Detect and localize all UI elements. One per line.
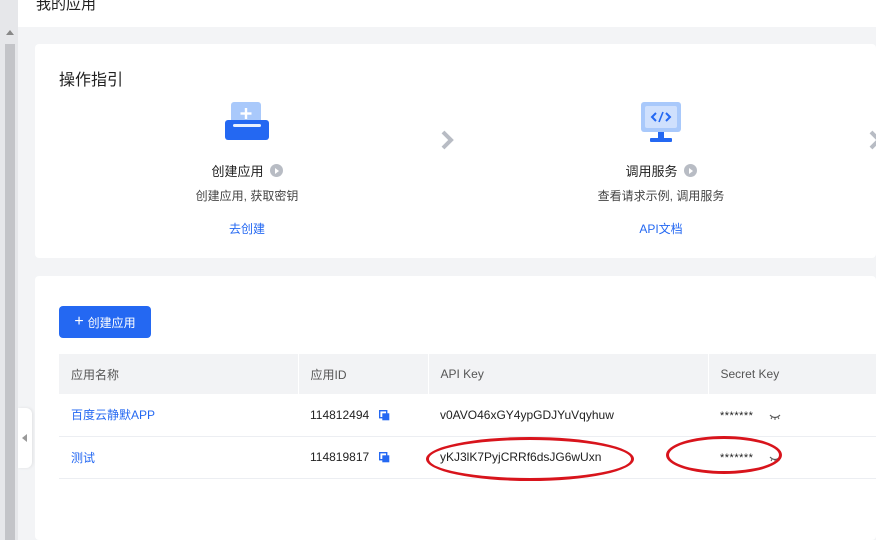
guide-step-create-app: 创建应用 创建应用, 获取密钥 去创建 [147,100,347,238]
secret-key-masked: ******* [720,409,754,422]
column-header-app-name: 应用名称 [59,354,298,394]
sidebar-collapse-toggle[interactable] [18,408,32,468]
create-app-button[interactable]: + 创建应用 [59,306,151,338]
scrollbar[interactable] [0,0,18,540]
column-header-app-id: 应用ID [297,354,428,394]
app-id: 114819817 [310,450,370,464]
app-name-link[interactable]: 百度云静默APP [71,408,155,422]
step-name-row: 调用服务 [561,161,761,180]
app-id-cell: 114812494 [298,394,428,437]
add-app-icon [225,102,269,140]
go-create-link[interactable]: 去创建 [229,220,265,237]
scroll-up-arrow-icon[interactable] [6,30,14,35]
eye-closed-icon[interactable] [769,413,781,421]
page-title: 我的应用 [36,0,97,13]
chevron-right-icon [441,130,454,150]
step-name: 创建应用 [211,164,264,179]
app-name-cell: 百度云静默APP [59,394,298,437]
copy-icon[interactable] [378,452,390,463]
app-id-cell: 114819817 [298,436,428,479]
table-row: 百度云静默APP 114812494 v0AVO46xGY4ypGDJYuVqy… [59,394,876,437]
play-icon[interactable] [269,164,283,177]
app-name-cell: 测试 [59,436,298,479]
step-description: 查看请求示例, 调用服务 [597,189,725,203]
api-docs-link[interactable]: API文档 [639,220,682,237]
chevron-left-icon [22,434,27,442]
column-header-secret-key: Secret Key [707,354,876,394]
step-name: 调用服务 [625,164,678,179]
step-name-row: 创建应用 [147,161,347,180]
guide-step-call-service: 调用服务 查看请求示例, 调用服务 API文档 [561,100,761,238]
guide-title: 操作指引 [59,72,124,89]
scrollbar-thumb[interactable] [5,44,15,540]
annotation-circle-secret-key [666,436,782,474]
secret-key-cell: ******* [708,394,876,437]
play-icon[interactable] [683,164,697,177]
app-name-link[interactable]: 测试 [71,451,95,465]
column-header-api-key: API Key [427,354,708,394]
create-app-button-label: 创建应用 [87,315,136,330]
api-code-icon [641,102,681,142]
annotation-circle-api-key [426,437,634,481]
plus-icon: + [74,313,84,330]
header-bar [18,0,876,27]
chevron-right-icon [869,130,876,150]
api-key-cell: v0AVO46xGY4ypGDJYuVqyhuw [428,394,708,437]
step-description: 创建应用, 获取密钥 [195,189,299,203]
copy-icon[interactable] [378,409,390,421]
guide-card: 操作指引 创建应用 创建应用, 获取密钥 去创建 调用服务 查看请求示例, 调用… [35,44,876,258]
app-id: 114812494 [310,407,370,422]
table-header-row: 应用名称 应用ID API Key Secret Key [59,354,876,394]
app-list-card: + 创建应用 应用名称 应用ID API Key Secret Key 百度云静… [35,276,876,540]
